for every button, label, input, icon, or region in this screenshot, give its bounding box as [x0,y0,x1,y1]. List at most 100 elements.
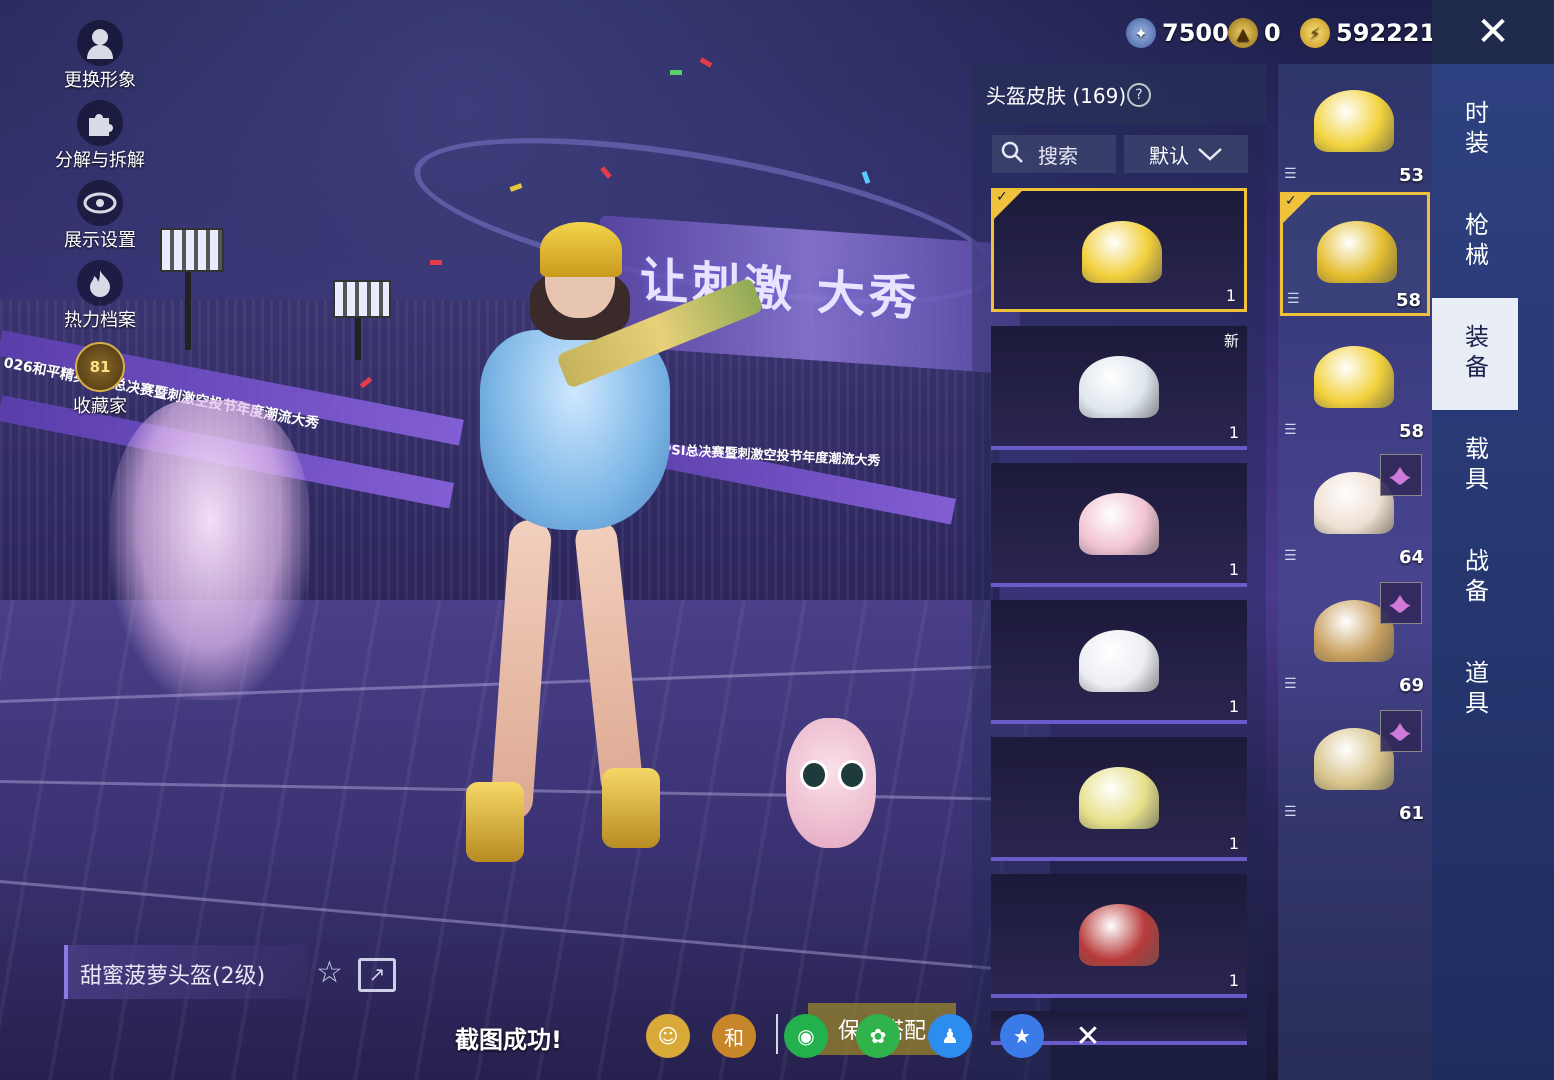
avatar-icon [77,20,123,66]
confetti [670,70,682,75]
tab-3[interactable]: 载具 [1432,410,1518,522]
confetti [699,57,713,68]
collector-button[interactable]: 81 收藏家 [50,342,150,418]
item-name: 甜蜜菠萝头盔(2级) [80,964,266,989]
equipped-item-icon [1317,221,1397,283]
helmet-skin-icon [1079,493,1159,555]
drag-handle-icon[interactable]: ☰ [1287,291,1300,307]
currency-energy: ⚡ 592221 [1300,16,1436,50]
energy-coin-icon: ⚡ [1300,18,1330,48]
close-button[interactable]: ✕ [1432,0,1554,64]
sort-label: 默认 [1149,143,1189,168]
check-icon [1283,193,1311,223]
currency-honor: ▲ 0 [1228,16,1281,50]
pet-eye [838,760,866,790]
skin-card[interactable]: 1 [991,463,1247,587]
confetti [430,260,442,265]
help-icon[interactable]: ? [1127,83,1151,107]
tab-label: 战备 [1460,548,1489,608]
favorite-star-icon[interactable]: ☆ [316,955,343,990]
wechat-icon[interactable]: ◉ [784,1014,828,1058]
display-settings-button[interactable]: 展示设置 [50,180,150,252]
ticket-coin-icon: ✦ [1126,18,1156,48]
skin-count: 1 [1228,423,1239,442]
change-avatar-button[interactable]: 更换形象 [50,20,150,92]
helmet-skin-icon [1079,630,1159,692]
tab-label: 装备 [1460,324,1489,384]
puzzle-icon [77,100,123,146]
drag-handle-icon[interactable]: ☰ [1284,166,1297,182]
tab-4[interactable]: 战备 [1432,522,1518,634]
skin-count: 1 [1228,697,1239,716]
honor-coin-icon: ▲ [1228,18,1258,48]
pendant-badge-icon [1380,454,1422,496]
drag-handle-icon[interactable]: ☰ [1284,548,1297,564]
check-icon [994,191,1022,219]
close-share-icon[interactable]: ✕ [1066,1014,1110,1058]
pendant-badge-icon [1380,710,1422,752]
confetti [861,171,871,184]
pet-eye [800,760,828,790]
search-input[interactable]: 搜索 [992,135,1116,173]
collector-badge-icon: 81 [75,342,125,392]
floodlight-pole [185,260,191,350]
tab-label: 枪械 [1460,212,1489,272]
decompose-button[interactable]: 分解与拆解 [50,100,150,172]
equipped-level: 61 [1398,803,1424,824]
crystal-horse [110,400,310,700]
skin-card[interactable]: 1 [991,874,1247,998]
equipped-slot[interactable]: ☰ 53 [1280,64,1430,188]
character-helmet [540,222,622,277]
skin-count: 1 [1228,834,1239,853]
skin-panel-title: 头盔皮肤 (169) [986,84,1127,108]
tab-0[interactable]: 时装 [1432,74,1518,186]
equipped-level: 53 [1398,165,1424,186]
floodlight [333,280,391,318]
chevron-down-icon [1197,142,1223,166]
skin-count: 1 [1228,560,1239,579]
equipped-item-icon [1314,90,1394,152]
character-shoe [602,768,660,848]
drag-handle-icon[interactable]: ☰ [1284,804,1297,820]
share-divider [776,1014,778,1054]
close-icon: ✕ [1476,9,1510,55]
equipped-slot[interactable]: ☰ 58 [1280,320,1430,444]
share-icon[interactable]: ↗ [358,958,396,992]
character-shoe [466,782,524,862]
equipped-slot[interactable]: ☰ 58 [1280,192,1430,316]
helmet-skin-icon [1079,767,1159,829]
search-placeholder: 搜索 [1038,143,1078,168]
floodlight [160,228,224,272]
skin-card[interactable]: 1 [991,600,1247,724]
equipped-level: 58 [1398,421,1424,442]
moments-icon[interactable]: ✿ [856,1014,900,1058]
drag-handle-icon[interactable]: ☰ [1284,676,1297,692]
equipped-item-icon [1314,346,1394,408]
equipped-slot[interactable]: ☰ 64 [1280,446,1430,570]
qzone-icon[interactable]: ★ [1000,1014,1044,1058]
skin-count: 1 [1225,286,1236,305]
tab-5[interactable]: 道具 [1432,634,1518,746]
tab-1[interactable]: 枪械 [1432,186,1518,298]
equipped-slot[interactable]: ☰ 69 [1280,574,1430,698]
helmet-skin-icon [1082,221,1162,283]
camp-icon[interactable]: ☺ [646,1014,690,1058]
equipped-level: 69 [1398,675,1424,696]
new-badge: 新 [1223,332,1239,350]
equipped-level: 58 [1395,290,1421,311]
heat-profile-button[interactable]: 热力档案 [50,260,150,332]
tab-2[interactable]: 装备 [1432,298,1518,410]
skin-count: 1 [1228,971,1239,990]
equipped-slot[interactable]: ☰ 61 [1280,702,1430,826]
sort-dropdown[interactable]: 默认 [1124,135,1248,173]
qq-icon[interactable]: ♟ [928,1014,972,1058]
tab-label: 时装 [1460,100,1489,160]
currency-ticket: ✦ 7500 [1126,16,1229,50]
tab-label: 载具 [1460,436,1489,496]
helmet-skin-icon [1079,904,1159,966]
skin-card[interactable]: 1 [991,188,1247,312]
skin-card[interactable]: 1 [991,737,1247,861]
game-for-peace-icon[interactable]: 和 [712,1014,756,1058]
skin-card[interactable]: 新1 [991,326,1247,450]
drag-handle-icon[interactable]: ☰ [1284,422,1297,438]
